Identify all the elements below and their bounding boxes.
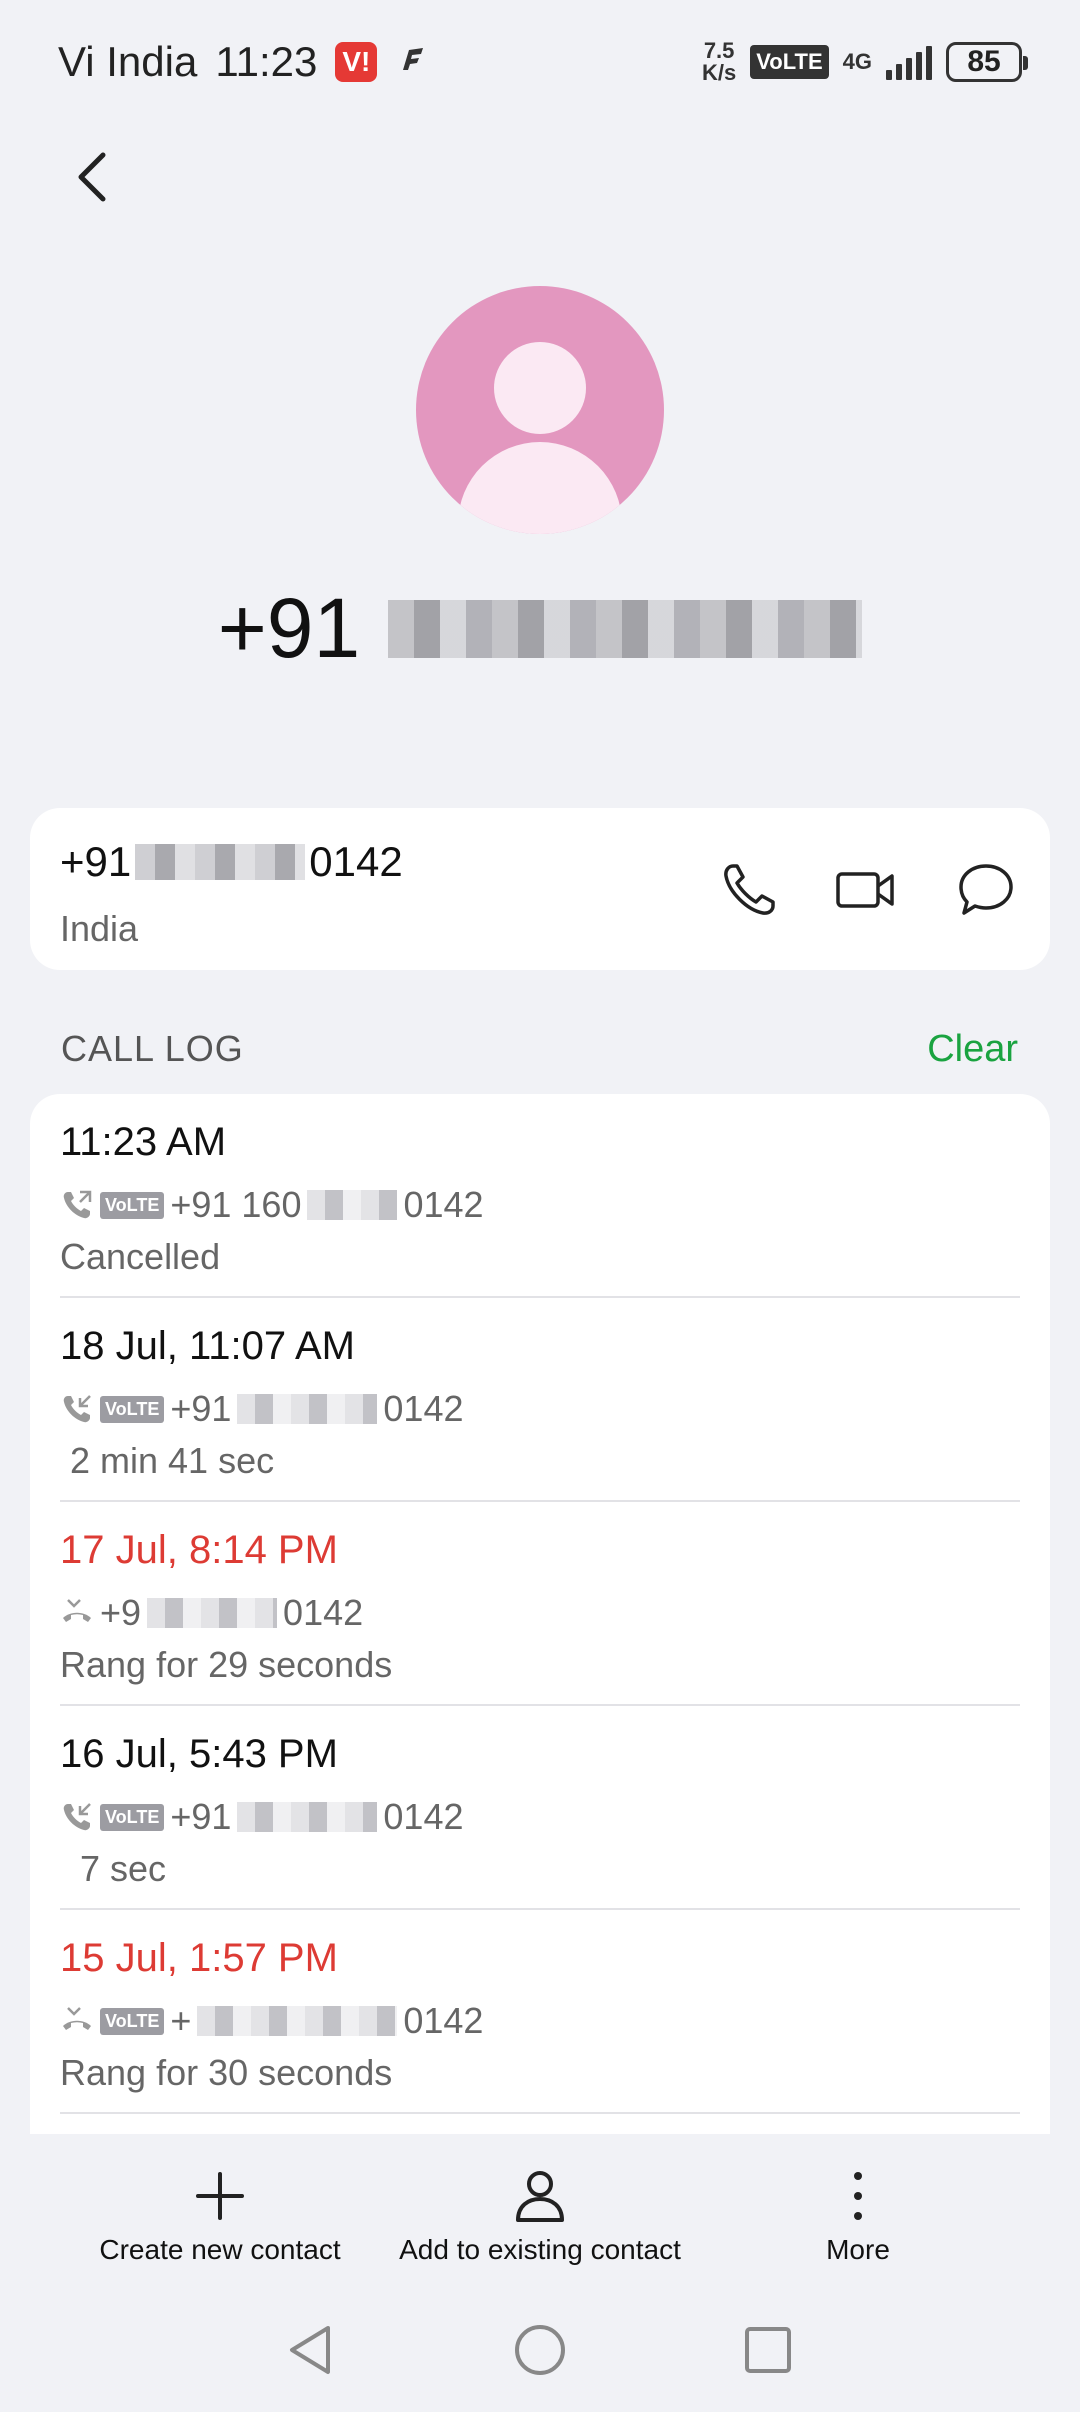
carrier-name: Vi India <box>58 38 198 85</box>
call-time: 11:23 AM <box>60 1120 227 1164</box>
call-log-list: 11:23 AM VoLTE +91 160 0142 Cancelled 18… <box>30 1094 1050 2134</box>
clock: 11:23 <box>215 38 318 85</box>
circle-home-icon <box>515 2325 565 2375</box>
carrier-badge-icon: V! <box>335 42 378 82</box>
call-log-item[interactable]: 18 Jul, 11:07 AM VoLTE +91 0142 2 min 41… <box>60 1298 1020 1502</box>
call-log-item[interactable]: 15 Jul, 1:57 PM VoLTE + 0142 Rang for 30… <box>60 1910 1020 2114</box>
network-type: 4G <box>842 49 872 74</box>
nav-recents-button[interactable] <box>736 2318 800 2382</box>
call-detail: 2 min 41 sec <box>60 1440 275 1481</box>
call-detail: Cancelled <box>60 1236 221 1277</box>
number-country: India <box>60 908 139 949</box>
add-to-existing-contact-button[interactable]: Add to existing contact <box>392 2168 688 2266</box>
call-number-suffix: 0142 <box>403 1184 484 1225</box>
call-number-suffix: 0142 <box>383 1796 464 1837</box>
phone-number[interactable]: +91 0142 <box>60 838 403 886</box>
contact-title: +91 <box>0 580 1080 677</box>
chevron-left-icon <box>78 152 106 202</box>
person-icon <box>516 2171 564 2222</box>
status-bar: Vi India 11:23 V! 7.5 K/s VoLTE 4G 85 <box>0 0 1080 124</box>
battery-icon: 85 <box>946 42 1028 82</box>
redacted-digits <box>237 1394 378 1424</box>
back-button[interactable] <box>58 142 128 212</box>
more-button[interactable]: More <box>798 2168 918 2266</box>
call-time: 17 Jul, 8:14 PM <box>60 1528 338 1572</box>
redacted-digits <box>197 2006 398 2036</box>
battery-level: 85 <box>967 45 1001 78</box>
redacted-digits <box>135 844 306 880</box>
nav-back-button[interactable] <box>278 2318 342 2382</box>
contact-detail-screen: Vi India 11:23 V! 7.5 K/s VoLTE 4G 85 +9… <box>0 0 1080 2412</box>
call-number-prefix: +91 <box>170 1796 232 1837</box>
call-time: 16 Jul, 5:43 PM <box>60 1732 338 1776</box>
video-call-button[interactable] <box>830 854 902 926</box>
create-new-contact-button[interactable]: Create new contact <box>99 2168 341 2266</box>
call-time: 18 Jul, 11:07 AM <box>60 1324 355 1368</box>
volte-icon: VoLTE <box>100 1803 165 1831</box>
outgoing-call-icon <box>63 1190 92 1219</box>
video-camera-icon <box>836 872 894 908</box>
call-number-prefix: +91 <box>170 1388 232 1429</box>
flipkart-notification-icon <box>393 38 429 86</box>
volte-icon: VoLTE <box>750 45 829 79</box>
call-number-prefix: + <box>170 2000 192 2041</box>
missed-call-icon <box>63 2007 91 2030</box>
redacted-digits <box>237 1802 378 1832</box>
chat-bubble-icon <box>959 864 1013 915</box>
avatar <box>416 286 664 534</box>
call-number-prefix: +9 <box>100 1592 142 1633</box>
volte-icon: VoLTE <box>100 2007 165 2035</box>
missed-call-icon <box>63 1599 91 1622</box>
system-navigation-bar <box>0 2290 1080 2412</box>
bottom-action-bar: Create new contact Add to existing conta… <box>0 2134 1080 2284</box>
volte-icon: VoLTE <box>100 1395 165 1423</box>
call-log-item[interactable]: 16 Jul, 5:43 PM VoLTE +91 0142 7 sec <box>60 1706 1020 1910</box>
incoming-call-icon <box>63 1395 91 1423</box>
redacted-number <box>388 599 863 658</box>
call-number-suffix: 0142 <box>383 1388 464 1429</box>
call-detail: Rang for 29 seconds <box>60 1644 393 1685</box>
incoming-call-icon <box>63 1803 91 1831</box>
call-number-suffix: 0142 <box>403 2000 484 2041</box>
more-vertical-icon <box>854 2172 862 2220</box>
call-log-item[interactable]: 17 Jul, 8:14 PM +9 0142 Rang for 29 seco… <box>60 1502 1020 1706</box>
triangle-back-icon <box>290 2326 330 2374</box>
call-detail: 7 sec <box>60 1848 167 1889</box>
call-time: 15 Jul, 1:57 PM <box>60 1936 338 1980</box>
call-number-suffix: 0142 <box>283 1592 364 1633</box>
person-icon <box>494 342 586 434</box>
call-log-item[interactable]: 11:23 AM VoLTE +91 160 0142 Cancelled <box>60 1094 1020 1298</box>
nav-home-button[interactable] <box>508 2318 572 2382</box>
volte-icon: VoLTE <box>100 1191 165 1219</box>
contact-title-prefix: +91 <box>217 581 361 675</box>
plus-icon <box>196 2172 244 2220</box>
call-detail: Rang for 30 seconds <box>60 2052 393 2093</box>
square-recents-icon <box>745 2327 791 2373</box>
message-button[interactable] <box>950 854 1022 926</box>
clear-call-log-button[interactable]: Clear <box>927 1028 1018 1071</box>
call-log-header: CALL LOG <box>61 1028 244 1069</box>
signal-strength-icon <box>886 44 932 80</box>
network-speed: 7.5 K/s <box>701 38 737 85</box>
redacted-digits <box>147 1598 278 1628</box>
call-number-prefix: +91 160 <box>170 1184 302 1225</box>
number-card: +91 0142 India <box>30 808 1050 970</box>
redacted-digits <box>307 1190 398 1220</box>
call-button[interactable] <box>713 854 785 926</box>
phone-icon <box>724 864 775 915</box>
